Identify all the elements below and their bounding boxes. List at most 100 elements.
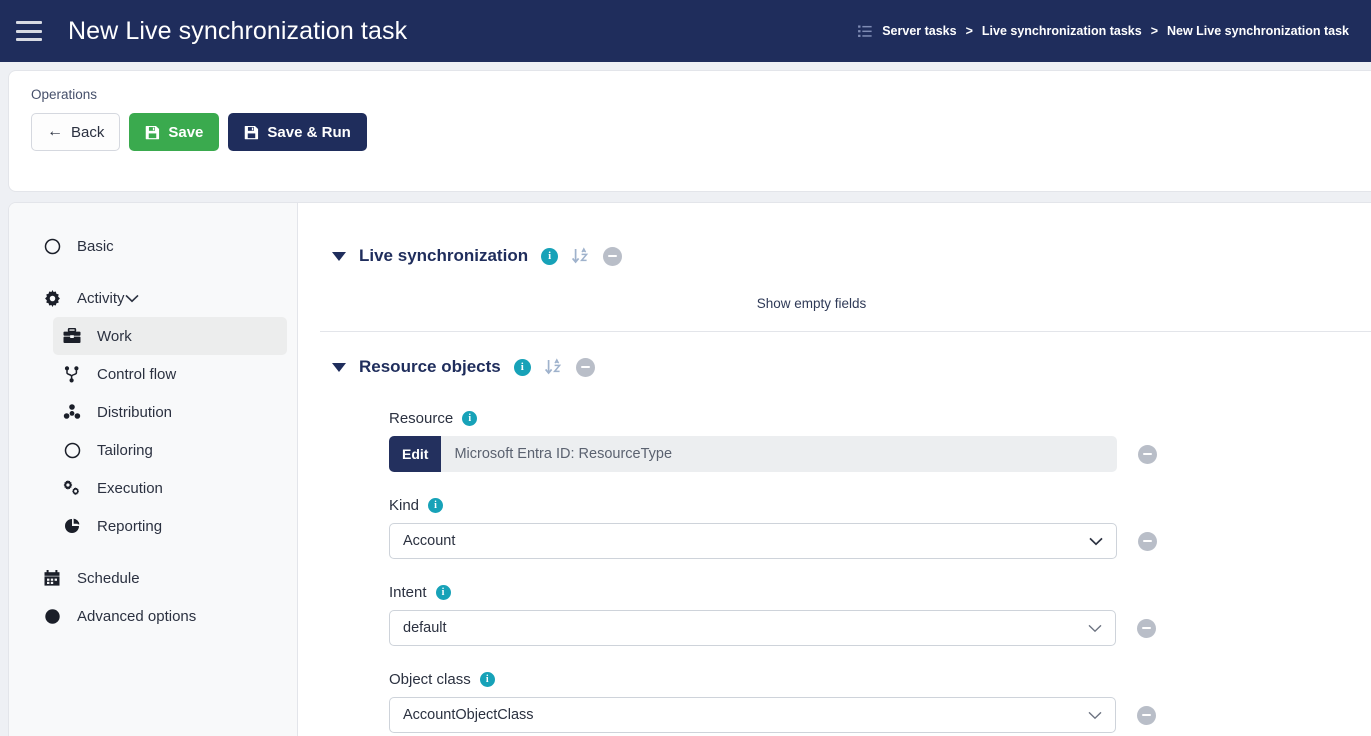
sidebar-item-label: Activity [77,289,125,307]
sidebar-item-tailoring[interactable]: Tailoring [53,431,287,469]
operations-panel: Operations ← Back Save Save & Run [8,70,1371,192]
cogs-icon [61,479,83,497]
task-list-icon [858,24,873,38]
field-label-text: Kind [389,497,420,514]
sidebar-item-execution[interactable]: Execution [53,469,287,507]
intent-select[interactable]: default [389,610,1116,646]
sidebar-item-reporting[interactable]: Reporting [53,507,287,545]
wizard-sidebar: Basic Activity Work Control flow Distrib… [9,203,298,736]
breadcrumb-item-server-tasks[interactable]: Server tasks [882,24,956,38]
pie-chart-icon [61,518,83,535]
save-button[interactable]: Save [129,113,220,151]
minus-circle-icon[interactable] [1137,705,1156,725]
section-live-synchronization: Live synchronization i [298,243,1371,269]
sidebar-item-label: Advanced options [77,607,197,625]
sidebar-item-label: Schedule [77,569,140,587]
info-icon[interactable]: i [541,247,559,265]
save-and-run-button[interactable]: Save & Run [228,113,367,151]
chevron-down-icon [1088,711,1102,720]
branch-icon [61,365,83,383]
circle-outline-icon [61,442,83,459]
operations-button-group: ← Back Save Save & Run [31,113,1371,151]
resource-value[interactable]: Microsoft Entra ID: ResourceType [441,436,1117,472]
chevron-down-icon [1088,624,1102,633]
info-icon[interactable]: i [479,672,495,687]
minus-circle-icon[interactable] [1137,618,1156,638]
show-empty-fields-link[interactable]: Show empty fields [298,296,1371,311]
section-title: Resource objects [359,357,501,376]
operations-label: Operations [31,87,98,102]
sidebar-item-advanced-options[interactable]: Advanced options [31,597,287,635]
breadcrumb: Server tasks > Live synchronization task… [858,24,1349,38]
field-label: Intent i [389,584,1371,601]
sidebar-item-label: Execution [97,479,163,497]
info-icon[interactable]: i [462,411,478,426]
info-icon[interactable]: i [435,585,451,600]
field-intent: Intent i default [389,584,1371,646]
caret-down-icon[interactable] [332,362,346,372]
form-content: Live synchronization i Show empty fields… [298,203,1371,736]
field-label-text: Intent [389,584,427,601]
main-panel: Basic Activity Work Control flow Distrib… [8,202,1371,736]
info-icon[interactable]: i [428,498,444,513]
object-class-select-value: AccountObjectClass [403,707,534,723]
briefcase-icon [61,328,83,344]
field-kind: Kind i Account [389,497,1371,559]
field-row: AccountObjectClass [389,697,1371,733]
sidebar-item-control-flow[interactable]: Control flow [53,355,287,393]
minus-circle-icon[interactable] [603,246,623,266]
breadcrumb-separator: > [1150,24,1158,38]
sidebar-item-distribution[interactable]: Distribution [53,393,287,431]
minus-circle-icon[interactable] [575,357,595,377]
arrow-left-icon: ← [47,123,63,140]
hamburger-icon[interactable] [16,21,42,41]
save-and-run-button-label: Save & Run [267,123,351,141]
field-resource: Resource i Edit Microsoft Entra ID: Reso… [389,410,1371,472]
field-label: Resource i [389,410,1371,427]
sidebar-item-label: Work [97,327,132,345]
field-row: default [389,610,1371,646]
section-resource-objects: Resource objects i [298,354,1371,380]
nodes-icon [61,404,83,420]
chevron-down-icon[interactable] [124,294,151,303]
sort-alpha-down-icon[interactable] [544,357,563,377]
intent-select-value: default [403,620,447,636]
object-class-select[interactable]: AccountObjectClass [389,697,1116,733]
resource-input-group: Edit Microsoft Entra ID: ResourceType [389,436,1117,472]
page-title: New Live synchronization task [68,16,408,45]
sidebar-item-activity[interactable]: Activity [31,279,287,317]
gear-icon [41,289,63,307]
sidebar-item-work[interactable]: Work [53,317,287,355]
app-header: New Live synchronization task Server tas… [0,0,1371,62]
sidebar-item-basic[interactable]: Basic [31,227,287,265]
field-object-class: Object class i AccountObjectClass [389,671,1371,733]
circle-filled-icon [41,608,63,625]
info-icon[interactable]: i [513,358,531,376]
field-label: Kind i [389,497,1371,514]
field-list: Resource i Edit Microsoft Entra ID: Reso… [298,380,1371,733]
breadcrumb-item-live-sync-tasks[interactable]: Live synchronization tasks [982,24,1142,38]
section-divider [320,331,1371,332]
kind-select-value: Account [403,533,456,549]
sidebar-item-label: Distribution [97,403,173,421]
sidebar-item-label: Reporting [97,517,163,535]
sidebar-item-label: Tailoring [97,441,153,459]
breadcrumb-item-current: New Live synchronization task [1167,24,1349,38]
edit-button[interactable]: Edit [389,436,442,472]
sidebar-item-label: Basic [77,237,114,255]
minus-circle-icon[interactable] [1138,531,1157,551]
field-row: Edit Microsoft Entra ID: ResourceType [389,436,1371,472]
caret-down-icon[interactable] [332,251,346,261]
kind-select[interactable]: Account [389,523,1117,559]
floppy-disk-icon [244,125,259,140]
chevron-down-icon [1089,537,1103,546]
section-title: Live synchronization [359,246,529,265]
back-button[interactable]: ← Back [31,113,121,151]
back-button-label: Back [71,123,105,141]
sort-alpha-down-icon[interactable] [571,246,590,266]
sidebar-item-schedule[interactable]: Schedule [31,559,287,597]
minus-circle-icon[interactable] [1138,444,1157,464]
floppy-disk-icon [145,125,160,140]
